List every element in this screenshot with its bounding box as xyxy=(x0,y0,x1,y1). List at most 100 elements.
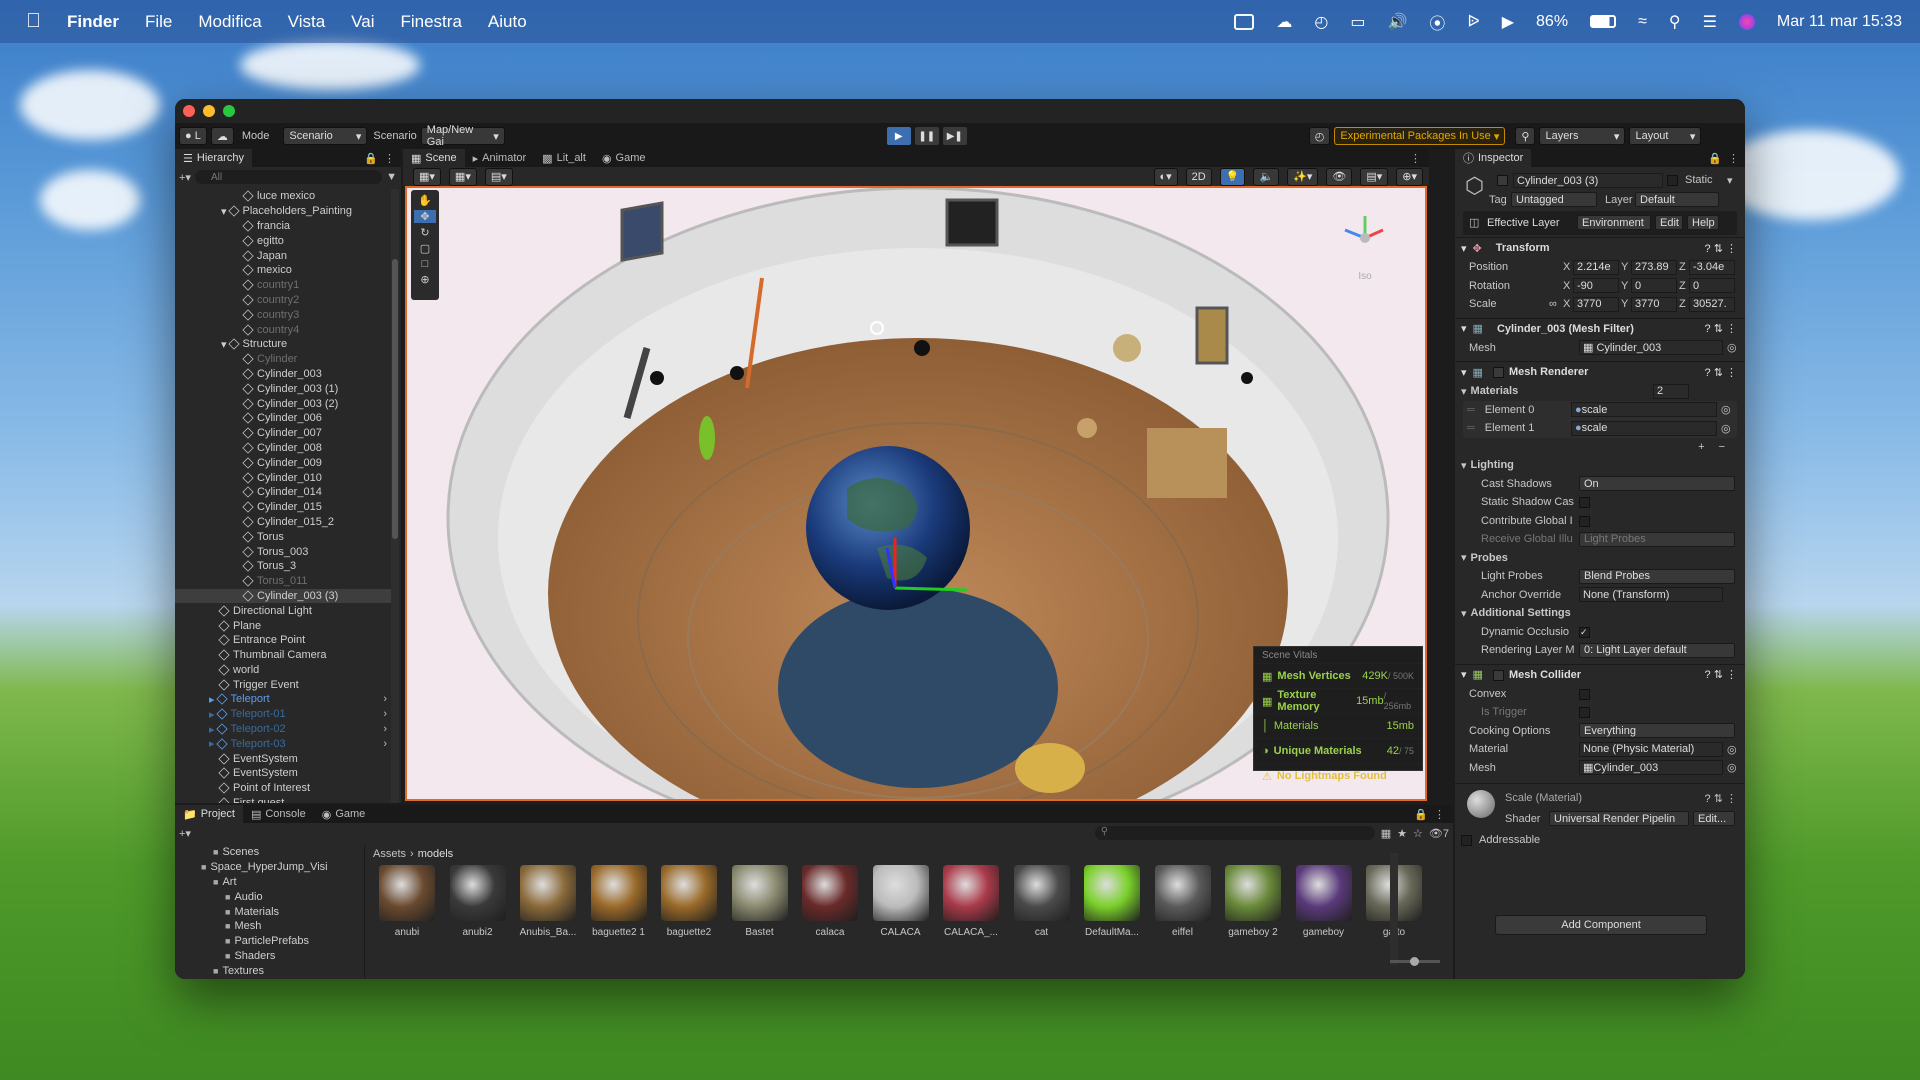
rotation-z-field[interactable]: 0 xyxy=(1689,278,1735,294)
search-button[interactable]: ⚲ xyxy=(1515,127,1536,145)
setting-dropdown[interactable]: None (Physic Material) xyxy=(1579,741,1723,757)
setting-checkbox[interactable] xyxy=(1579,707,1590,718)
menu-vista[interactable]: Vista xyxy=(288,12,326,32)
more-icon[interactable]: ⋮ xyxy=(1434,808,1445,821)
position-z-field[interactable]: -3.04e xyxy=(1689,259,1735,275)
hierarchy-item[interactable]: Entrance Point xyxy=(175,633,391,648)
transform-tools-dropdown[interactable]: ▦▾ xyxy=(413,167,441,186)
mesh-renderer-header[interactable]: ▾ ▦ Mesh Renderer ? ⇅ ⋮ xyxy=(1455,361,1745,382)
component-actions-icon[interactable]: ? ⇅ ⋮ xyxy=(1705,322,1737,335)
foldout-icon[interactable]: ▾ xyxy=(1461,607,1467,620)
hierarchy-item[interactable]: Cylinder_007 xyxy=(175,426,391,441)
setting-dropdown[interactable]: ▦ Cylinder_003 xyxy=(1579,760,1723,776)
foldout-icon[interactable]: ▸ xyxy=(209,737,215,750)
increment-snap-dropdown[interactable]: ▤▾ xyxy=(484,167,513,186)
tab-console[interactable]: ▤ Console xyxy=(243,805,314,823)
add-icon[interactable]: +▾ xyxy=(179,171,191,184)
account-dropdown[interactable]: ● L xyxy=(179,127,207,145)
material-field[interactable]: ● scale xyxy=(1571,402,1717,418)
hierarchy-item[interactable]: ▸ Teleport-01 › xyxy=(175,707,391,722)
hierarchy-item[interactable]: Cylinder_003 (3) xyxy=(175,588,391,604)
object-picker-icon[interactable]: ◎ xyxy=(1727,743,1737,756)
hierarchy-scroll-thumb[interactable] xyxy=(392,259,398,539)
asset-scrollbar[interactable] xyxy=(1390,853,1398,965)
hierarchy-item[interactable]: luce mexico xyxy=(175,189,391,204)
rect-tool-icon[interactable]: □ xyxy=(422,258,429,270)
menu-aiuto[interactable]: Aiuto xyxy=(488,12,527,32)
add-element-icon[interactable]: + xyxy=(1698,441,1704,453)
shader-edit-button[interactable]: Edit... xyxy=(1693,811,1735,826)
hierarchy-item[interactable]: country3 xyxy=(175,307,391,322)
component-actions-icon[interactable]: ? ⇅ ⋮ xyxy=(1705,668,1737,681)
hierarchy-item[interactable]: Trigger Event xyxy=(175,677,391,692)
scale-z-field[interactable]: 30527. xyxy=(1689,296,1735,312)
move-tool-icon[interactable]: ✥ xyxy=(414,210,436,223)
asset-item[interactable]: CALACA xyxy=(869,865,933,938)
search-by-label-icon[interactable]: ★ xyxy=(1397,827,1407,840)
drag-handle-icon[interactable]: ═ xyxy=(1467,404,1475,416)
object-name-field[interactable]: Cylinder_003 (3) xyxy=(1513,173,1663,188)
tab-game-bottom[interactable]: ◉ Game xyxy=(314,805,374,823)
foldout-icon[interactable]: ▾ xyxy=(221,205,227,218)
icon-size-slider[interactable] xyxy=(1390,957,1440,966)
edit-button[interactable]: Edit xyxy=(1655,215,1683,230)
hierarchy-item[interactable]: ▸ Teleport-03 › xyxy=(175,736,391,751)
hand-tool-icon[interactable]: ✋ xyxy=(418,194,432,207)
pause-button[interactable]: ❚❚ xyxy=(914,127,939,145)
hierarchy-search-input[interactable]: All xyxy=(194,170,383,184)
project-search-input[interactable]: ⚲ xyxy=(1094,826,1375,840)
lock-icon[interactable]: 🔒 xyxy=(1414,808,1428,821)
minimize-window-button[interactable] xyxy=(203,105,215,117)
menu-app-finder[interactable]: Finder xyxy=(67,12,119,32)
rotate-tool-icon[interactable]: ↻ xyxy=(420,226,429,239)
orientation-gizmo[interactable]: Iso xyxy=(1335,208,1395,282)
scene-viewport[interactable]: ✋ ✥ ↻ ▢ □ ⊕ Iso Scene Vitals ▦Mesh Vert xyxy=(405,186,1427,801)
cloud-icon[interactable]: ☁ xyxy=(1276,12,1292,32)
project-folder-item[interactable]: ■ Audio xyxy=(175,889,364,904)
position-y-field[interactable]: 273.89 xyxy=(1631,259,1677,275)
hierarchy-scrollbar[interactable] xyxy=(391,189,399,803)
menu-vai[interactable]: Vai xyxy=(351,12,374,32)
object-picker-icon[interactable]: ◎ xyxy=(1727,341,1737,354)
object-picker-icon[interactable]: ◎ xyxy=(1721,403,1731,416)
close-window-button[interactable] xyxy=(183,105,195,117)
component-actions-icon[interactable]: ? ⇅ ⋮ xyxy=(1705,242,1737,255)
hierarchy-item[interactable]: Plane xyxy=(175,618,391,633)
search-by-type-icon[interactable]: ▦ xyxy=(1381,827,1391,840)
project-folder-item[interactable]: ■ Scenes xyxy=(175,845,364,860)
mode-dropdown[interactable]: Scenario ▾ xyxy=(283,127,368,145)
lock-icon[interactable]: 🔒 xyxy=(1708,152,1722,165)
foldout-icon[interactable]: ▸ xyxy=(209,723,215,736)
layout-dropdown[interactable]: Layout ▾ xyxy=(1629,127,1702,145)
history-button[interactable]: ◴ xyxy=(1308,127,1331,145)
component-actions-icon[interactable]: ? ⇅ ⋮ xyxy=(1705,792,1737,805)
hierarchy-item[interactable]: Torus_011 xyxy=(175,574,391,589)
hierarchy-item[interactable]: mexico xyxy=(175,263,391,278)
hierarchy-item[interactable]: Cylinder_015_2 xyxy=(175,515,391,530)
lighting-toggle-icon[interactable]: 💡 xyxy=(1219,167,1246,186)
hierarchy-item[interactable]: country1 xyxy=(175,278,391,293)
hierarchy-item[interactable]: Cylinder_003 (1) xyxy=(175,381,391,396)
project-folder-item[interactable]: ■ Mesh xyxy=(175,919,364,934)
asset-item[interactable]: cat xyxy=(1010,865,1074,938)
effects-dropdown[interactable]: ✨▾ xyxy=(1287,167,1319,186)
slider-handle[interactable] xyxy=(1410,957,1419,966)
transform-tool-icon[interactable]: ⊕ xyxy=(420,273,429,286)
hierarchy-item[interactable]: Cylinder xyxy=(175,352,391,367)
setting-checkbox[interactable]: ✓ xyxy=(1579,626,1590,638)
mesh-field[interactable]: ▦ Cylinder_003 xyxy=(1579,340,1723,356)
tab-hierarchy[interactable]: ☰ Hierarchy xyxy=(175,149,252,167)
hierarchy-item[interactable]: Cylinder_009 xyxy=(175,455,391,470)
hierarchy-item[interactable]: egitto xyxy=(175,233,391,248)
project-folder-item[interactable]: ■ Space_HyperJump_Visi xyxy=(175,860,364,875)
more-icon[interactable]: ⋮ xyxy=(1728,152,1739,165)
asset-item[interactable]: baguette2 xyxy=(657,865,721,938)
hierarchy-item[interactable]: Cylinder_008 xyxy=(175,441,391,456)
mode-2d-button[interactable]: 2D xyxy=(1185,167,1212,186)
component-actions-icon[interactable]: ? ⇅ ⋮ xyxy=(1705,366,1737,379)
scenario-dropdown[interactable]: Map/New Gai ▾ xyxy=(420,124,505,148)
hierarchy-item[interactable]: Cylinder_010 xyxy=(175,470,391,485)
hierarchy-item[interactable]: EventSystem xyxy=(175,751,391,766)
scale-x-field[interactable]: 3770 xyxy=(1573,296,1619,312)
tab-project[interactable]: 📁 Project xyxy=(175,805,243,823)
